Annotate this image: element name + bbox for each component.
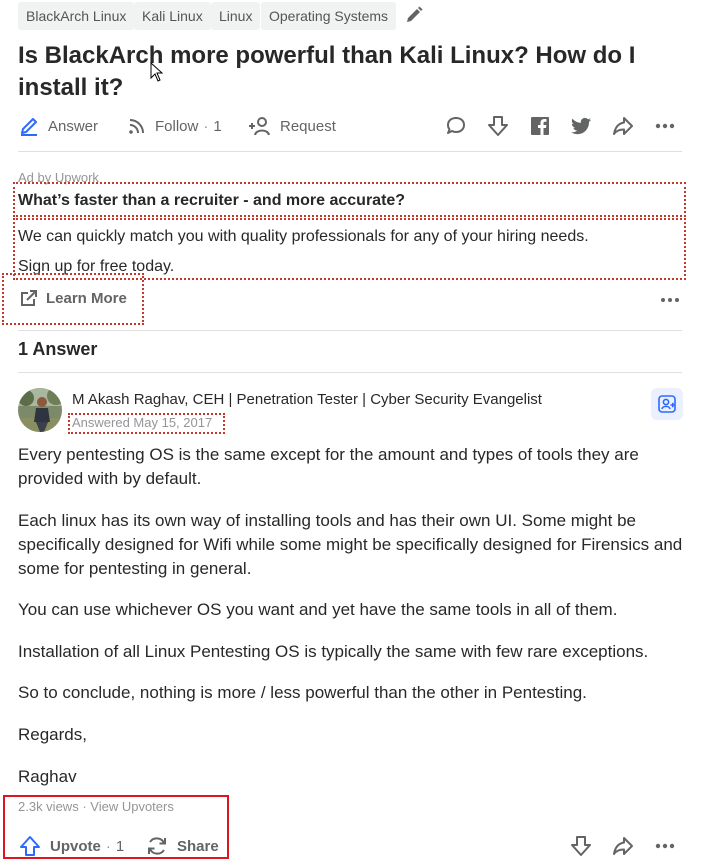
answer-paragraph: You can use whichever OS you want and ye… [18,600,618,619]
share-arrow-icon[interactable] [611,114,635,138]
more-options-icon[interactable] [653,114,677,138]
request-button[interactable]: Request [248,113,336,139]
topic-blackarch-linux[interactable]: BlackArch Linux [18,2,135,30]
divider [18,330,682,331]
ad-more-options-icon[interactable] [658,288,682,312]
annotation-box-ad-body [13,218,686,280]
follow-count: 1 [213,117,222,135]
downvote-icon[interactable] [486,114,510,138]
answer-paragraph: Each linux has its own way of installing… [18,511,683,578]
divider [18,372,682,373]
comment-icon[interactable] [444,114,468,138]
follow-author-button[interactable] [651,388,683,420]
author-avatar[interactable] [18,388,62,432]
annotation-box-stats-actions [3,795,229,859]
twitter-icon[interactable] [569,114,593,138]
answer-paragraph: Every pentesting OS is the same except f… [18,445,639,488]
rss-icon [129,119,144,134]
answer-paragraph: Raghav [18,767,77,786]
mouse-cursor-icon [150,62,164,82]
separator: · [203,117,209,135]
answer-button[interactable]: Answer [18,113,98,139]
annotation-box-answer-date [68,413,225,434]
add-person-icon [658,395,676,413]
question-title[interactable]: Is BlackArch more powerful than Kali Lin… [18,40,688,104]
answer-paragraph: Installation of all Linux Pentesting OS … [18,642,649,661]
request-person-icon [249,117,270,136]
annotation-box-learn-more [2,273,144,325]
divider [18,151,682,152]
pencil-icon [21,118,37,136]
answer-downvote-icon[interactable] [569,834,593,858]
answer-more-options-icon[interactable] [653,834,677,858]
author-name-link[interactable]: M Akash Raghav, CEH [72,391,224,408]
request-label: Request [280,117,336,135]
answer-paragraph: Regards, [18,725,87,744]
author-credential: | Penetration Tester | Cyber Security Ev… [224,391,542,408]
follow-button[interactable]: Follow · 1 [127,113,222,139]
annotation-box-ad-title [13,182,686,217]
edit-topics-icon[interactable] [404,5,424,25]
topic-operating-systems[interactable]: Operating Systems [261,2,397,30]
answer-label: Answer [48,117,99,135]
topic-kali-linux[interactable]: Kali Linux [134,2,211,30]
author-line: M Akash Raghav, CEH | Penetration Tester… [72,391,542,408]
answer-share-arrow-icon[interactable] [611,834,635,858]
follow-label: Follow [155,117,199,135]
topic-linux[interactable]: Linux [211,2,261,30]
answer-paragraph: So to conclude, nothing is more / less p… [18,683,587,702]
answers-count-heading: 1 Answer [18,339,98,359]
facebook-icon[interactable] [528,114,552,138]
